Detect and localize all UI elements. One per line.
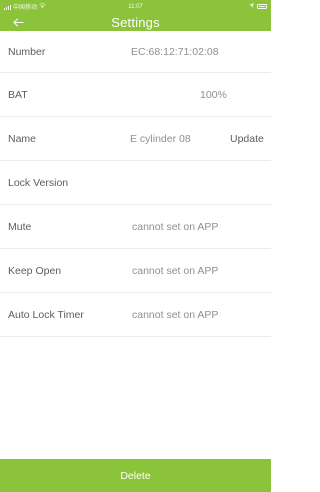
mute-value: cannot set on APP [132,220,219,233]
row-number: Number EC:68:12:71:02:08 [0,31,271,73]
row-label: Lock Version [8,176,69,189]
auto-lock-timer-value: cannot set on APP [132,308,219,321]
battery-icon [257,4,267,9]
row-keep-open[interactable]: Keep Open cannot set on APP [0,249,271,293]
row-label: Number [8,45,46,58]
row-mute[interactable]: Mute cannot set on APP [0,205,271,249]
battery-value: 100% [200,88,227,101]
delete-button[interactable]: Delete [0,459,271,492]
navigation-bar: Settings [0,13,271,31]
status-bar: 中国移动 11:07 [0,0,271,13]
update-name-button[interactable]: Update [230,133,264,145]
row-label: Keep Open [8,264,62,277]
row-auto-lock-timer[interactable]: Auto Lock Timer cannot set on APP [0,293,271,337]
row-bat: BAT 100% [0,73,271,117]
settings-list: Number EC:68:12:71:02:08 BAT 100% Name E… [0,31,271,337]
row-lock-version: Lock Version [0,161,271,205]
mac-address-value: EC:68:12:71:02:08 [131,45,219,58]
row-label: BAT [8,88,28,101]
row-name: Name E cylinder 08 Update [0,117,271,161]
keep-open-value: cannot set on APP [132,264,219,277]
row-label: Name [8,132,37,145]
row-label: Auto Lock Timer [8,308,84,321]
status-time: 11:07 [128,3,143,10]
lock-name-value: E cylinder 08 [130,132,191,145]
page-title: Settings [111,14,160,30]
row-label: Mute [8,220,32,233]
back-arrow-icon[interactable] [11,15,25,29]
